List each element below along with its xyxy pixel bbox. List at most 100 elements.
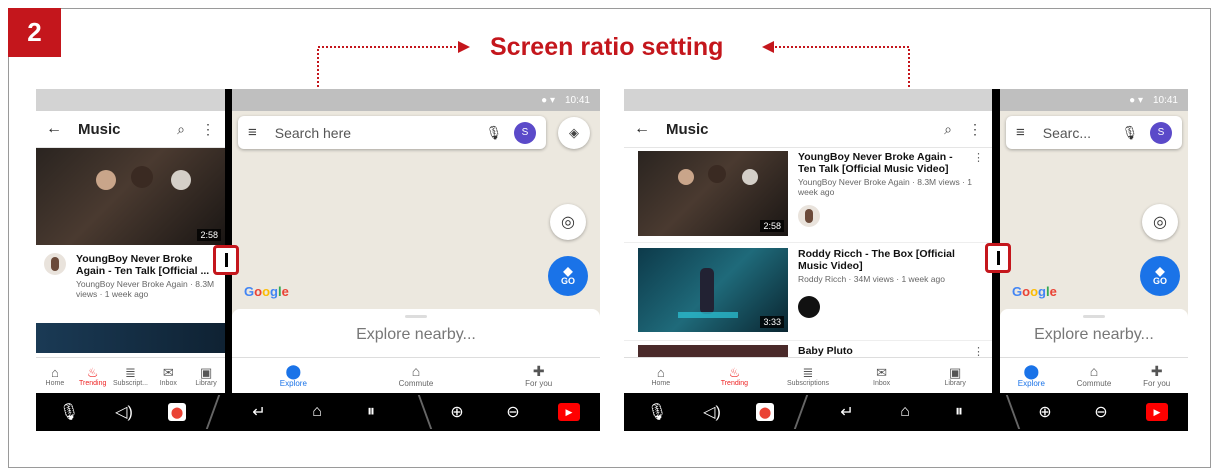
search-icon[interactable]: ⌕ [944, 121, 952, 138]
nav-explore[interactable]: ⬤ Explore [1000, 358, 1063, 393]
nav-commute[interactable]: ⌂ Commute [1063, 358, 1126, 393]
directions-icon: ◆ [563, 264, 573, 278]
mic-icon[interactable]: 🎙 [1121, 125, 1138, 141]
explore-pin-icon: ⬤ [285, 363, 302, 379]
home-icon[interactable]: ⌂ [892, 393, 918, 431]
nav-for-you[interactable]: ✚ For you [1125, 358, 1188, 393]
more-vert-icon[interactable]: ⋮ [201, 121, 215, 138]
my-location-icon[interactable]: ◎ [550, 204, 586, 240]
maps-app-icon[interactable]: ⬤ [752, 393, 778, 431]
nav-library[interactable]: ▣ Library [918, 358, 992, 393]
commute-icon: ⌂ [411, 363, 421, 379]
split-divider-handle[interactable] [985, 243, 1011, 273]
search-input[interactable]: Searc... [1043, 125, 1122, 141]
sheet-handle[interactable] [405, 315, 427, 318]
video-item[interactable]: YoungBoy Never Broke Again - Ten Talk [O… [36, 245, 225, 323]
search-bar[interactable]: ≡ Search here 🎙 S [238, 116, 546, 149]
more-vert-icon[interactable]: ⋮ [968, 121, 982, 138]
system-nav-bar: 🎙 ◁) ⬤ ↵ ⌂ ⏸ ⊕ ⊖ ▶ [36, 393, 600, 431]
explore-nearby-text: Explore nearby... [1034, 326, 1154, 343]
avatar [798, 296, 820, 318]
search-bar[interactable]: ≡ Searc... 🎙 S [1006, 116, 1182, 149]
youtube-app-icon[interactable]: ▶ [1144, 393, 1170, 431]
nav-inbox[interactable]: ✉ Inbox [845, 358, 919, 393]
explore-sheet[interactable]: Explore nearby... [232, 309, 600, 359]
recents-icon[interactable]: ⏸ [946, 393, 972, 431]
nav-trending[interactable]: ♨ Trending [698, 358, 772, 393]
layers-icon[interactable]: ◈ [558, 117, 590, 149]
inbox-icon: ✉ [876, 364, 888, 380]
clock: 10:41 [1152, 94, 1178, 106]
zoom-in-icon[interactable]: ⊕ [444, 393, 470, 431]
search-input[interactable]: Search here [275, 125, 486, 141]
step-badge: 2 [8, 8, 61, 57]
video-title: Baby Pluto [798, 345, 853, 357]
more-vert-icon[interactable]: ⋮ [973, 151, 984, 242]
status-bar [36, 89, 225, 111]
list-item[interactable]: 2:58 YoungBoy Never Broke Again - Ten Ta… [624, 148, 992, 243]
avatar[interactable]: S [514, 121, 536, 144]
avatar[interactable]: S [1150, 121, 1172, 144]
maps-bottom-nav: ⬤ Explore ⌂ Commute ✚ For you [1000, 357, 1188, 393]
video-thumbnail[interactable]: 2:58 [638, 151, 788, 236]
menu-icon[interactable]: ≡ [248, 124, 257, 141]
video-meta: YoungBoy Never Broke Again · 8.3M views … [76, 279, 215, 299]
nav-commute[interactable]: ⌂ Commute [355, 358, 478, 393]
zoom-in-icon[interactable]: ⊕ [1032, 393, 1058, 431]
nav-inbox[interactable]: ✉ Inbox [149, 358, 187, 393]
volume-icon[interactable]: ◁) [699, 393, 725, 431]
nav-home[interactable]: ⌂ Home [36, 358, 74, 393]
arrow-left-icon[interactable]: ← [634, 120, 650, 138]
zoom-out-icon[interactable]: ⊖ [500, 393, 526, 431]
youtube-panel: ← Music ⌕ ⋮ 2:58 YoungBoy Never Broke Ag… [624, 89, 992, 393]
explore-sheet[interactable]: Explore nearby... [1000, 309, 1188, 359]
trending-icon: ♨ [728, 364, 741, 380]
back-icon[interactable]: ↵ [246, 393, 272, 431]
arrow-left-icon[interactable]: ← [46, 120, 62, 138]
home-icon[interactable]: ⌂ [304, 393, 330, 431]
video-meta: YoungBoy Never Broke Again · 8.3M views … [798, 177, 973, 197]
recents-icon[interactable]: ⏸ [358, 393, 384, 431]
library-icon: ▣ [949, 364, 962, 380]
mic-icon[interactable]: 🎙 [56, 393, 82, 431]
menu-icon[interactable]: ≡ [1016, 124, 1025, 141]
status-bar [624, 89, 992, 111]
subscriptions-icon: ≣ [125, 364, 136, 380]
video-thumbnail[interactable]: 2:58 [36, 148, 225, 245]
youtube-bottom-nav: ⌂ Home ♨ Trending ≣ Subscript... ✉ Inbox ▣ Li… [36, 357, 225, 393]
my-location-icon[interactable]: ◎ [1142, 204, 1178, 240]
nav-for-you[interactable]: ✚ For you [477, 358, 600, 393]
volume-icon[interactable]: ◁) [111, 393, 137, 431]
split-divider-handle[interactable] [213, 245, 239, 275]
nav-home[interactable]: ⌂ Home [624, 358, 698, 393]
back-icon[interactable]: ↵ [834, 393, 860, 431]
go-button[interactable]: ◆ GO [1140, 256, 1180, 296]
go-button[interactable]: ◆ GO [548, 256, 588, 296]
nav-library[interactable]: ▣ Library [187, 358, 225, 393]
mic-icon[interactable]: 🎙 [644, 393, 670, 431]
nav-subscriptions[interactable]: ≣ Subscriptions [771, 358, 845, 393]
zoom-out-icon[interactable]: ⊖ [1088, 393, 1114, 431]
inbox-icon: ✉ [162, 364, 174, 380]
video-duration: 3:33 [760, 316, 784, 328]
video-thumbnail[interactable]: 3:33 [638, 248, 788, 332]
maps-panel: ● ▾ 10:41 ≡ Searc... 🎙 S ◎ ◆ GO Google Exp… [1000, 89, 1188, 393]
video-title: YoungBoy Never Broke Again - Ten Talk [O… [798, 151, 953, 175]
sheet-handle[interactable] [1083, 315, 1105, 318]
search-icon[interactable]: ⌕ [177, 121, 185, 138]
nav-trending[interactable]: ♨ Trending [74, 358, 112, 393]
list-item[interactable]: 3:33 Roddy Ricch - The Box [Official Mus… [624, 243, 992, 341]
nav-subscriptions[interactable]: ≣ Subscript... [112, 358, 150, 393]
maps-app-icon[interactable]: ⬤ [164, 393, 190, 431]
avatar [798, 205, 820, 227]
mic-icon[interactable]: 🎙 [485, 125, 502, 141]
header-title: Music [78, 120, 121, 138]
youtube-header: ← Music ⌕ ⋮ [36, 111, 225, 148]
status-bar: ● ▾ 10:41 [232, 89, 600, 111]
clock: 10:41 [564, 94, 590, 106]
youtube-header: ← Music ⌕ ⋮ [624, 111, 992, 148]
right-screen: ← Music ⌕ ⋮ 2:58 YoungBoy Never Broke Ag… [624, 89, 1188, 431]
nav-explore[interactable]: ⬤ Explore [232, 358, 355, 393]
youtube-app-icon[interactable]: ▶ [556, 393, 582, 431]
next-video-thumbnail[interactable] [36, 323, 225, 353]
